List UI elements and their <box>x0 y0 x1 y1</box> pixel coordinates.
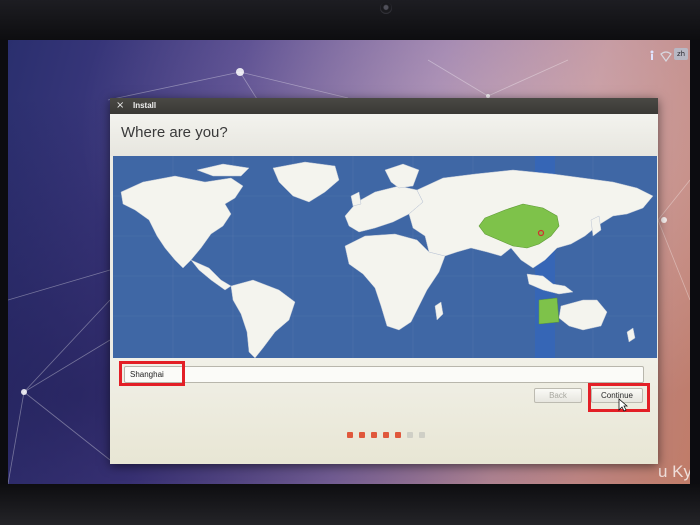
window-title: Install <box>133 101 157 110</box>
monitor-bezel-right <box>690 40 700 484</box>
highlight-box-location-input <box>119 361 185 386</box>
progress-step-dot <box>371 432 377 438</box>
selected-timezone-region <box>538 297 560 325</box>
monitor-bezel-top <box>0 0 700 40</box>
madagascar <box>434 301 444 321</box>
monitor-bezel-left <box>0 40 8 484</box>
timezone-map[interactable] <box>113 156 657 358</box>
webcam-icon <box>380 2 392 14</box>
north-america <box>120 175 244 269</box>
australia <box>558 299 608 331</box>
central-america <box>190 259 232 291</box>
progress-step-dot <box>395 432 401 438</box>
location-input[interactable]: Shanghai <box>124 366 644 383</box>
page-header: Where are you? <box>110 114 658 156</box>
south-america <box>230 279 296 358</box>
progress-step-dot <box>359 432 365 438</box>
window-titlebar: × Install <box>110 98 658 114</box>
world-map <box>113 156 657 358</box>
uk <box>350 191 362 207</box>
close-icon[interactable]: × <box>116 99 126 113</box>
back-button[interactable]: Back <box>534 388 582 403</box>
progress-step-dot <box>383 432 389 438</box>
accessibility-icon[interactable] <box>648 50 656 62</box>
monitor-bezel-bottom <box>0 484 700 525</box>
progress-step-dot <box>419 432 425 438</box>
wallpaper-brand-text: u Kylin <box>658 462 690 481</box>
japan <box>590 215 602 237</box>
keyboard-layout-icon[interactable]: zh <box>674 48 688 60</box>
wifi-icon[interactable] <box>660 50 672 63</box>
top-panel <box>8 48 690 66</box>
progress-step-dot <box>407 432 413 438</box>
page-title: Where are you? <box>121 124 228 141</box>
progress-step-dot <box>347 432 353 438</box>
install-progress-dots <box>347 432 437 438</box>
installer-window: × Install Where are you? Shanghai Back C… <box>110 98 658 464</box>
new-zealand <box>626 327 636 343</box>
scandinavia <box>384 163 420 189</box>
arctic-islands <box>196 163 250 177</box>
mouse-cursor-icon <box>618 398 628 412</box>
